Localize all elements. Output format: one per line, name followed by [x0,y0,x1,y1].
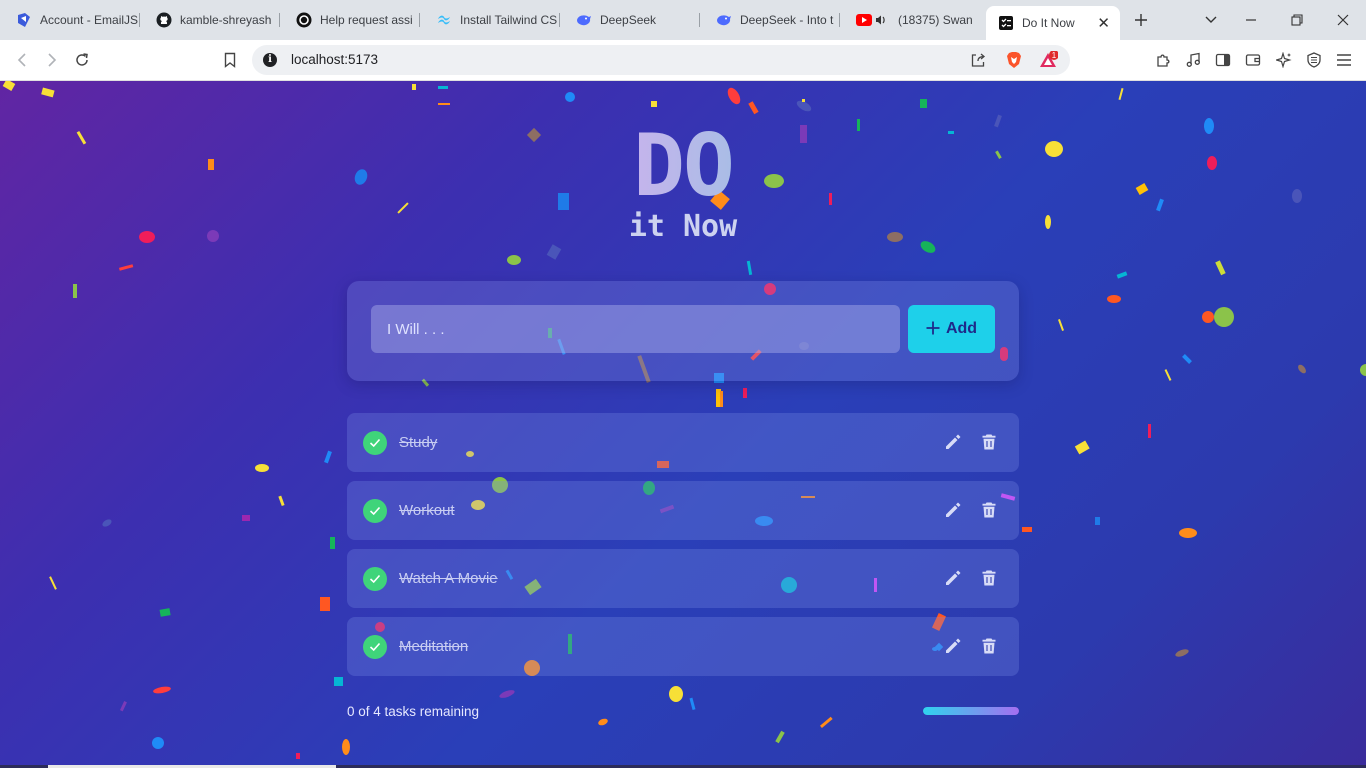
reload-icon[interactable] [72,50,92,70]
edit-pencil-icon[interactable] [943,500,963,520]
app-logo: DO [633,116,735,216]
delete-trash-icon[interactable] [979,568,999,588]
sidebar-icon[interactable] [1213,50,1233,70]
progress-bar-fill [923,707,1019,715]
share-icon[interactable] [968,50,988,70]
restore-icon[interactable] [1287,10,1307,30]
tasks-remaining-text: 0 of 4 tasks remaining [347,704,480,719]
brave-shield-icon[interactable] [1004,50,1024,70]
tab-strip: Account - EmailJS kamble-shreyash Help r… [0,0,1366,40]
browser-tab[interactable]: (18375) Swan [844,6,980,34]
media-icon[interactable] [1183,50,1203,70]
browser-tab[interactable]: Account - EmailJS [4,6,140,34]
task-label: Study [399,434,438,451]
browser-tab[interactable]: kamble-shreyash [144,6,280,34]
add-task-card: Add [347,281,1019,381]
tab-separator [699,13,700,27]
progress-bar [923,707,1019,715]
extensions-icon[interactable] [1153,50,1173,70]
bookmark-icon[interactable] [220,50,240,70]
task-label: Watch A Movie [399,570,498,587]
rewards-badge-count: 1 [1052,51,1057,60]
task-label: Meditation [399,638,469,655]
task-item: Study [347,413,1019,472]
forward-icon[interactable] [42,50,62,70]
task-complete-checkbox[interactable] [363,635,387,659]
task-label: Workout [399,502,455,519]
close-window-icon[interactable] [1333,10,1353,30]
tab-separator [279,13,280,27]
vpn-icon[interactable] [1304,50,1324,70]
add-task-button[interactable]: Add [908,305,995,353]
deepseek-icon [576,12,592,28]
edit-pencil-icon[interactable] [943,568,963,588]
edit-pencil-icon[interactable] [943,636,963,656]
browser-tab[interactable]: DeepSeek [564,6,700,34]
brave-rewards-icon[interactable]: 1 [1038,50,1058,70]
app-page: DO it Now Add Study Workout [0,81,1366,768]
deepseek-icon [716,12,732,28]
new-tab-button[interactable] [1131,10,1151,30]
plus-icon [926,319,940,339]
tab-separator [559,13,560,27]
tab-separator [839,13,840,27]
edit-pencil-icon[interactable] [943,432,963,452]
close-tab-icon[interactable]: ✕ [1097,14,1110,32]
menu-icon[interactable] [1334,50,1354,70]
task-item: Meditation [347,617,1019,676]
leo-ai-icon[interactable] [1274,50,1294,70]
delete-trash-icon[interactable] [979,500,999,520]
youtube-icon [856,12,890,28]
emailjs-icon [16,12,32,28]
task-item: Watch A Movie [347,549,1019,608]
delete-trash-icon[interactable] [979,636,999,656]
tailwind-icon [436,12,452,28]
task-complete-checkbox[interactable] [363,567,387,591]
task-item: Workout [347,481,1019,540]
browser-tab[interactable]: Install Tailwind CS [424,6,560,34]
task-complete-checkbox[interactable] [363,431,387,455]
app-icon [998,15,1014,31]
minimize-icon[interactable] [1241,10,1261,30]
tab-separator [419,13,420,27]
browser-toolbar: i localhost:5173 1 [0,40,1366,81]
app-logo-subtitle: it Now [628,209,738,244]
tab-separator [139,13,140,27]
site-info-icon[interactable]: i [263,53,277,67]
back-icon[interactable] [12,50,32,70]
github-icon [156,12,172,28]
browser-tab[interactable]: DeepSeek - Into t [704,6,840,34]
task-input[interactable] [371,305,900,353]
browser-tab-active[interactable]: Do It Now ✕ [986,6,1120,40]
delete-trash-icon[interactable] [979,432,999,452]
tab-search-icon[interactable] [1201,10,1221,30]
openai-icon [296,12,312,28]
wallet-icon[interactable] [1243,50,1263,70]
address-url: localhost:5173 [291,52,379,67]
task-complete-checkbox[interactable] [363,499,387,523]
address-bar[interactable]: i localhost:5173 1 [252,45,1070,75]
browser-tab[interactable]: Help request assi [284,6,420,34]
